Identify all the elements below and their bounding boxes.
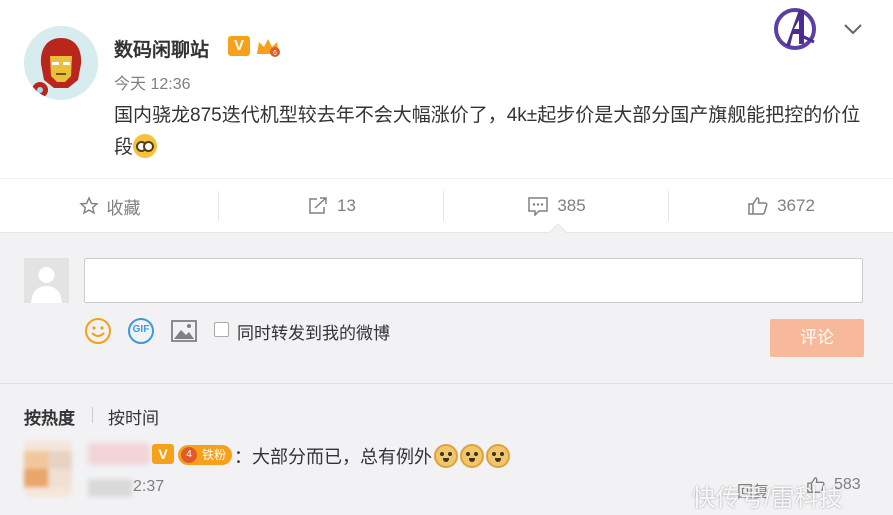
comment-icon [528, 197, 549, 216]
gif-button[interactable]: GIF [127, 317, 155, 345]
avengers-logo-icon [774, 8, 816, 50]
sort-divider [92, 407, 93, 423]
user-avatar [24, 258, 69, 303]
weibo-post: 数码闲聊站 V 6 今天 12:36 国内骁龙875迭代机型较去年不会大幅涨价了… [0, 0, 893, 178]
doge-emoji-icon [486, 444, 510, 468]
fan-level: 4 [181, 447, 197, 463]
default-user-icon [24, 258, 69, 303]
repost-icon [309, 197, 327, 214]
iron-man-avatar-icon [24, 26, 98, 100]
star-icon [78, 196, 99, 215]
post-text-content: 国内骁龙875迭代机型较去年不会大幅涨价了，4k±起步价是大部分国产旗舰能把控的… [114, 105, 861, 158]
image-icon[interactable] [170, 317, 198, 345]
like-count: 3672 [777, 196, 815, 215]
comment-count: 385 [557, 196, 586, 215]
post-action-bar: 收藏 13 385 3672 [0, 178, 893, 232]
favorite-label: 收藏 [106, 198, 141, 218]
fan-badge: 4 铁粉 [178, 445, 232, 465]
doge-emoji-icon [434, 444, 458, 468]
commenter-name[interactable] [88, 443, 150, 465]
repost-checkbox-label[interactable]: 同时转发到我的微博 [237, 319, 390, 344]
sort-by-hot-tab[interactable]: 按热度 [24, 404, 75, 429]
chevron-down-icon[interactable] [842, 22, 864, 36]
emoji-icon[interactable] [84, 317, 112, 345]
repost-count: 13 [337, 196, 356, 215]
post-time[interactable]: 今天 12:36 [114, 70, 191, 94]
comment-pointer-caret [549, 223, 567, 233]
section-divider [0, 383, 893, 384]
comment-section: GIF 同时转发到我的微博 评论 按热度 按时间 V 4 铁粉 ：大部分而已，总… [0, 232, 893, 515]
shocked-emoji-icon [133, 134, 158, 158]
like-button[interactable]: 3672 [669, 179, 893, 233]
doge-emoji-icon [460, 444, 484, 468]
verified-badge: V [228, 36, 250, 56]
watermark: 快传号/雷科技 [692, 485, 843, 512]
sort-by-time-tab[interactable]: 按时间 [108, 404, 159, 429]
commenter-verified-badge: V [152, 444, 174, 464]
comment-text-content: ：大部分而已，总有例外 [234, 447, 432, 467]
vip-crown-icon: 6 [257, 39, 280, 57]
favorite-button[interactable]: 收藏 [0, 179, 219, 233]
repost-button[interactable]: 13 [219, 179, 444, 233]
post-text: 国内骁龙875迭代机型较去年不会大幅涨价了，4k±起步价是大部分国产旗舰能把控的… [114, 100, 874, 164]
comment-time: 2:37 [133, 478, 165, 495]
comment-date-blurred [88, 479, 132, 497]
svg-text:6: 6 [273, 50, 277, 57]
gif-label: GIF [132, 324, 150, 335]
author-avatar[interactable] [24, 26, 98, 100]
blurred-avatar-icon [24, 441, 72, 497]
comment-input[interactable] [84, 258, 863, 303]
repost-checkbox[interactable] [214, 322, 229, 337]
author-name[interactable]: 数码闲聊站 [114, 35, 209, 62]
comment-text: ：大部分而已，总有例外 [234, 443, 510, 469]
fan-badge-label: 铁粉 [201, 448, 226, 462]
thumbs-up-icon [748, 197, 768, 215]
submit-comment-button[interactable]: 评论 [770, 319, 864, 357]
commenter-avatar[interactable] [24, 441, 72, 497]
